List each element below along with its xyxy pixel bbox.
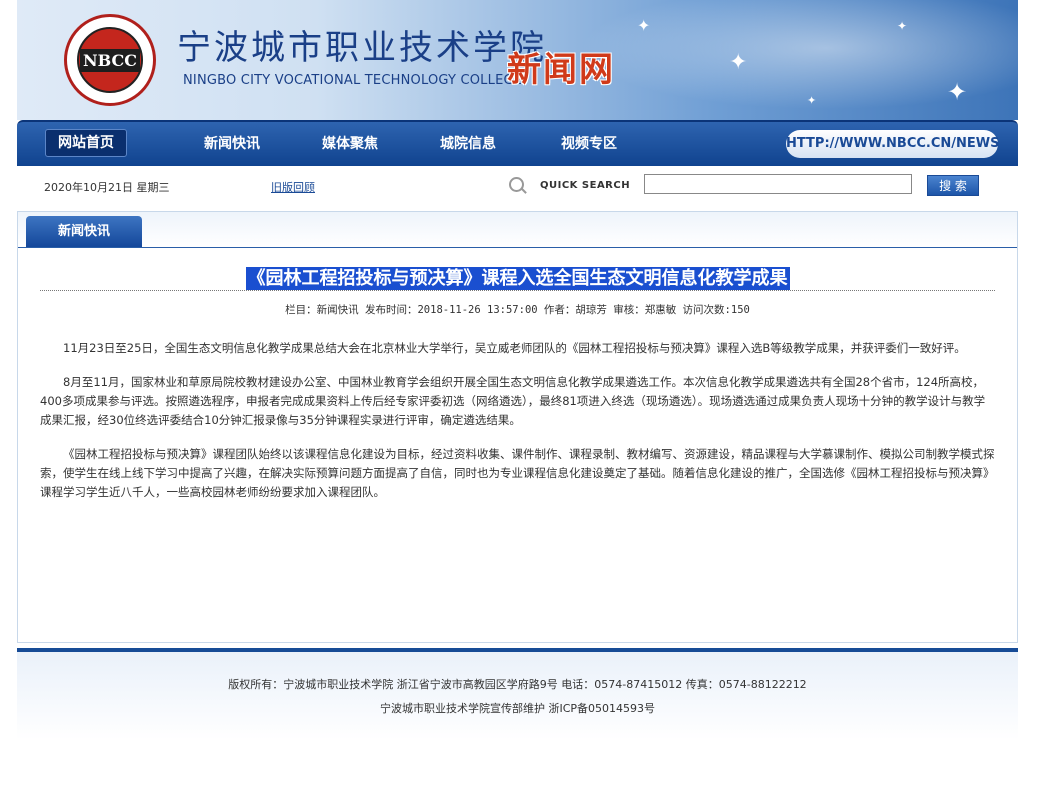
footer-copyright: 版权所有：宁波城市职业技术学院 浙江省宁波市高教园区学府路9号 电话：0574-… (228, 678, 807, 691)
tab-news[interactable]: 新闻快讯 (26, 216, 142, 247)
nav-item-news[interactable]: 新闻快讯 (204, 131, 260, 157)
sparkle-icon: ✦ (897, 19, 908, 33)
search-icon (509, 177, 524, 192)
school-name-en: NINGBO CITY VOCATIONAL TECHNOLOGY COLLEG… (183, 73, 523, 88)
article-paragraph: 11月23日至25日，全国生态文明信息化教学成果总结大会在北京林业大学举行，吴立… (63, 341, 966, 355)
footer-icp: 宁波城市职业技术学院宣传部维护 浙ICP备05014593号 (379, 702, 656, 715)
panel-header: 新闻快讯 (18, 212, 1017, 248)
logo-text: NBCC (80, 48, 140, 72)
article-paragraph: 《园林工程招投标与预决算》课程团队始终以该课程信息化建设为目标，经过资料收集、课… (40, 447, 995, 499)
nav-item-media[interactable]: 媒体聚焦 (322, 131, 378, 157)
sparkle-icon: ✦ (947, 78, 968, 106)
article-title-text: 《园林工程招投标与预决算》课程入选全国生态文明信息化教学成果 (245, 267, 790, 290)
sparkle-icon: ✦ (807, 94, 817, 107)
article-paragraph: 8月至11月，国家林业和草原局院校教材建设办公室、中国林业教育学会组织开展全国生… (40, 375, 986, 427)
article-panel: 新闻快讯 《园林工程招投标与预决算》课程入选全国生态文明信息化教学成果 栏目：新… (17, 211, 1018, 643)
search-input[interactable] (644, 174, 912, 194)
page: ✦ ✦ ✦ ✦ ✦ NBCC 宁波城市职业技术学院 NINGBO CITY VO… (17, 0, 1018, 740)
logo-emblem: NBCC (77, 27, 143, 93)
article-body: 11月23日至25日，全国生态文明信息化教学成果总结大会在北京林业大学举行，吴立… (40, 339, 995, 517)
sparkle-icon: ✦ (729, 50, 748, 75)
nav-item-video[interactable]: 视频专区 (561, 131, 617, 157)
current-date: 2020年10月21日 星期三 (44, 181, 170, 194)
school-name-cn: 宁波城市职业技术学院 (177, 28, 547, 68)
article-meta: 栏目：新闻快讯 发布时间：2018-11-26 13:57:00 作者：胡琼芳 … (285, 304, 750, 316)
main-nav: 网站首页 新闻快讯 媒体聚焦 城院信息 视频专区 HTTP://WWW.NBCC… (17, 120, 1018, 166)
divider (40, 290, 995, 291)
info-bar: 2020年10月21日 星期三 旧版回顾 QUICK SEARCH 搜 索 (17, 166, 1018, 206)
site-name: 新闻网 (507, 50, 615, 90)
nav-item-campus[interactable]: 城院信息 (440, 131, 496, 157)
school-logo[interactable]: NBCC (64, 14, 156, 106)
sparkle-icon: ✦ (637, 16, 651, 35)
article-title: 《园林工程招投标与预决算》课程入选全国生态文明信息化教学成果 (18, 264, 1017, 290)
site-url-link[interactable]: HTTP://WWW.NBCC.CN/NEWS (786, 130, 999, 158)
nav-item-home[interactable]: 网站首页 (45, 129, 127, 157)
old-version-link[interactable]: 旧版回顾 (271, 179, 315, 195)
site-header: ✦ ✦ ✦ ✦ ✦ NBCC 宁波城市职业技术学院 NINGBO CITY VO… (17, 0, 1018, 120)
site-footer: 版权所有：宁波城市职业技术学院 浙江省宁波市高教园区学府路9号 电话：0574-… (17, 648, 1018, 740)
search-button[interactable]: 搜 索 (927, 175, 979, 196)
quick-search-label: QUICK SEARCH (540, 180, 631, 191)
